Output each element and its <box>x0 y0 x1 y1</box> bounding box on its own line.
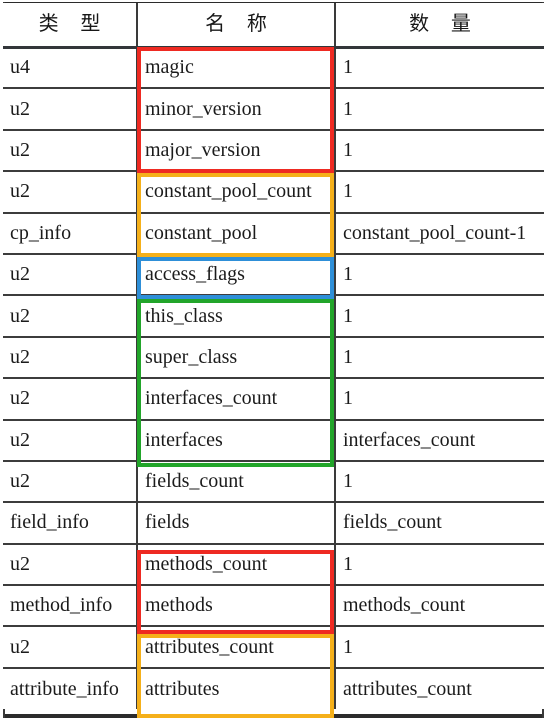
cell-count: interfaces_count <box>335 418 544 461</box>
table-row: u2 this_class 1 <box>3 294 544 337</box>
cell-name: access_flags <box>137 252 336 296</box>
cell-type: u2 <box>3 418 138 461</box>
table-body: u4 magic 1 u2 minor_version 1 u2 major_version 1… <box>3 45 544 710</box>
cell-name: attributes_count <box>137 625 336 668</box>
column-header-count: 数 量 <box>335 3 544 47</box>
cell-name: constant_pool <box>137 211 336 254</box>
cell-name: magic <box>137 45 336 89</box>
cell-type: u2 <box>3 128 138 172</box>
table-row: u2 access_flags 1 <box>3 252 544 296</box>
cell-type: field_info <box>3 501 138 544</box>
cell-type: cp_info <box>3 211 138 254</box>
cell-name: interfaces <box>137 418 336 461</box>
cell-count: 1 <box>335 459 544 503</box>
table-row: u2 methods_count 1 <box>3 542 544 586</box>
table-row: u2 interfaces interfaces_count <box>3 418 544 461</box>
cell-type: u2 <box>3 294 138 337</box>
cell-count: 1 <box>335 170 544 213</box>
cell-count: 1 <box>335 542 544 586</box>
cell-count: 1 <box>335 252 544 296</box>
cell-count: 1 <box>335 377 544 420</box>
table-row: u2 major_version 1 <box>3 128 544 172</box>
cell-count: constant_pool_count-1 <box>335 211 544 254</box>
cell-type: u2 <box>3 377 138 420</box>
cell-type: u2 <box>3 335 138 379</box>
cell-type: u2 <box>3 459 138 503</box>
cell-type: method_info <box>3 584 138 627</box>
table-row: cp_info constant_pool constant_pool_count-… <box>3 211 544 254</box>
table-row: u2 minor_version 1 <box>3 87 544 130</box>
cell-name: methods_count <box>137 542 336 586</box>
table-row: method_info methods methods_count <box>3 584 544 627</box>
cell-count: attributes_count <box>335 666 544 710</box>
cell-name: minor_version <box>137 87 336 130</box>
cell-name: fields <box>137 501 336 544</box>
class-file-structure-table: 类 型 名 称 数 量 u4 magic 1 u2 minor_version 1 u2 ma… <box>3 3 544 710</box>
cell-type: u2 <box>3 252 138 296</box>
table-row: u2 interfaces_count 1 <box>3 377 544 420</box>
cell-count: 1 <box>335 625 544 668</box>
column-header-type: 类 型 <box>3 3 138 47</box>
cell-count: 1 <box>335 45 544 89</box>
cell-name: attributes <box>137 666 336 710</box>
table-header: 类 型 名 称 数 量 <box>3 3 544 47</box>
table-row: u2 super_class 1 <box>3 335 544 379</box>
cell-type: attribute_info <box>3 666 138 710</box>
cell-name: this_class <box>137 294 336 337</box>
cell-count: 1 <box>335 128 544 172</box>
cell-count: methods_count <box>335 584 544 627</box>
table-row: attribute_info attributes attributes_count <box>3 666 544 710</box>
cell-count: 1 <box>335 87 544 130</box>
cell-count: 1 <box>335 335 544 379</box>
cell-count: fields_count <box>335 501 544 544</box>
cell-name: constant_pool_count <box>137 170 336 213</box>
table-row: u2 constant_pool_count 1 <box>3 170 544 213</box>
column-header-name: 名 称 <box>137 3 336 47</box>
cell-name: major_version <box>137 128 336 172</box>
cell-count: 1 <box>335 294 544 337</box>
cell-type: u4 <box>3 45 138 89</box>
cell-name: interfaces_count <box>137 377 336 420</box>
cell-name: methods <box>137 584 336 627</box>
table-row: u2 attributes_count 1 <box>3 625 544 668</box>
table-row: u4 magic 1 <box>3 45 544 89</box>
cell-type: u2 <box>3 87 138 130</box>
cell-type: u2 <box>3 542 138 586</box>
table-header-row: 类 型 名 称 数 量 <box>3 3 544 47</box>
cell-type: u2 <box>3 170 138 213</box>
cell-type: u2 <box>3 625 138 668</box>
cell-name: super_class <box>137 335 336 379</box>
cell-name: fields_count <box>137 459 336 503</box>
table-row: field_info fields fields_count <box>3 501 544 544</box>
table-bottom-border <box>3 714 544 718</box>
table-row: u2 fields_count 1 <box>3 459 544 503</box>
